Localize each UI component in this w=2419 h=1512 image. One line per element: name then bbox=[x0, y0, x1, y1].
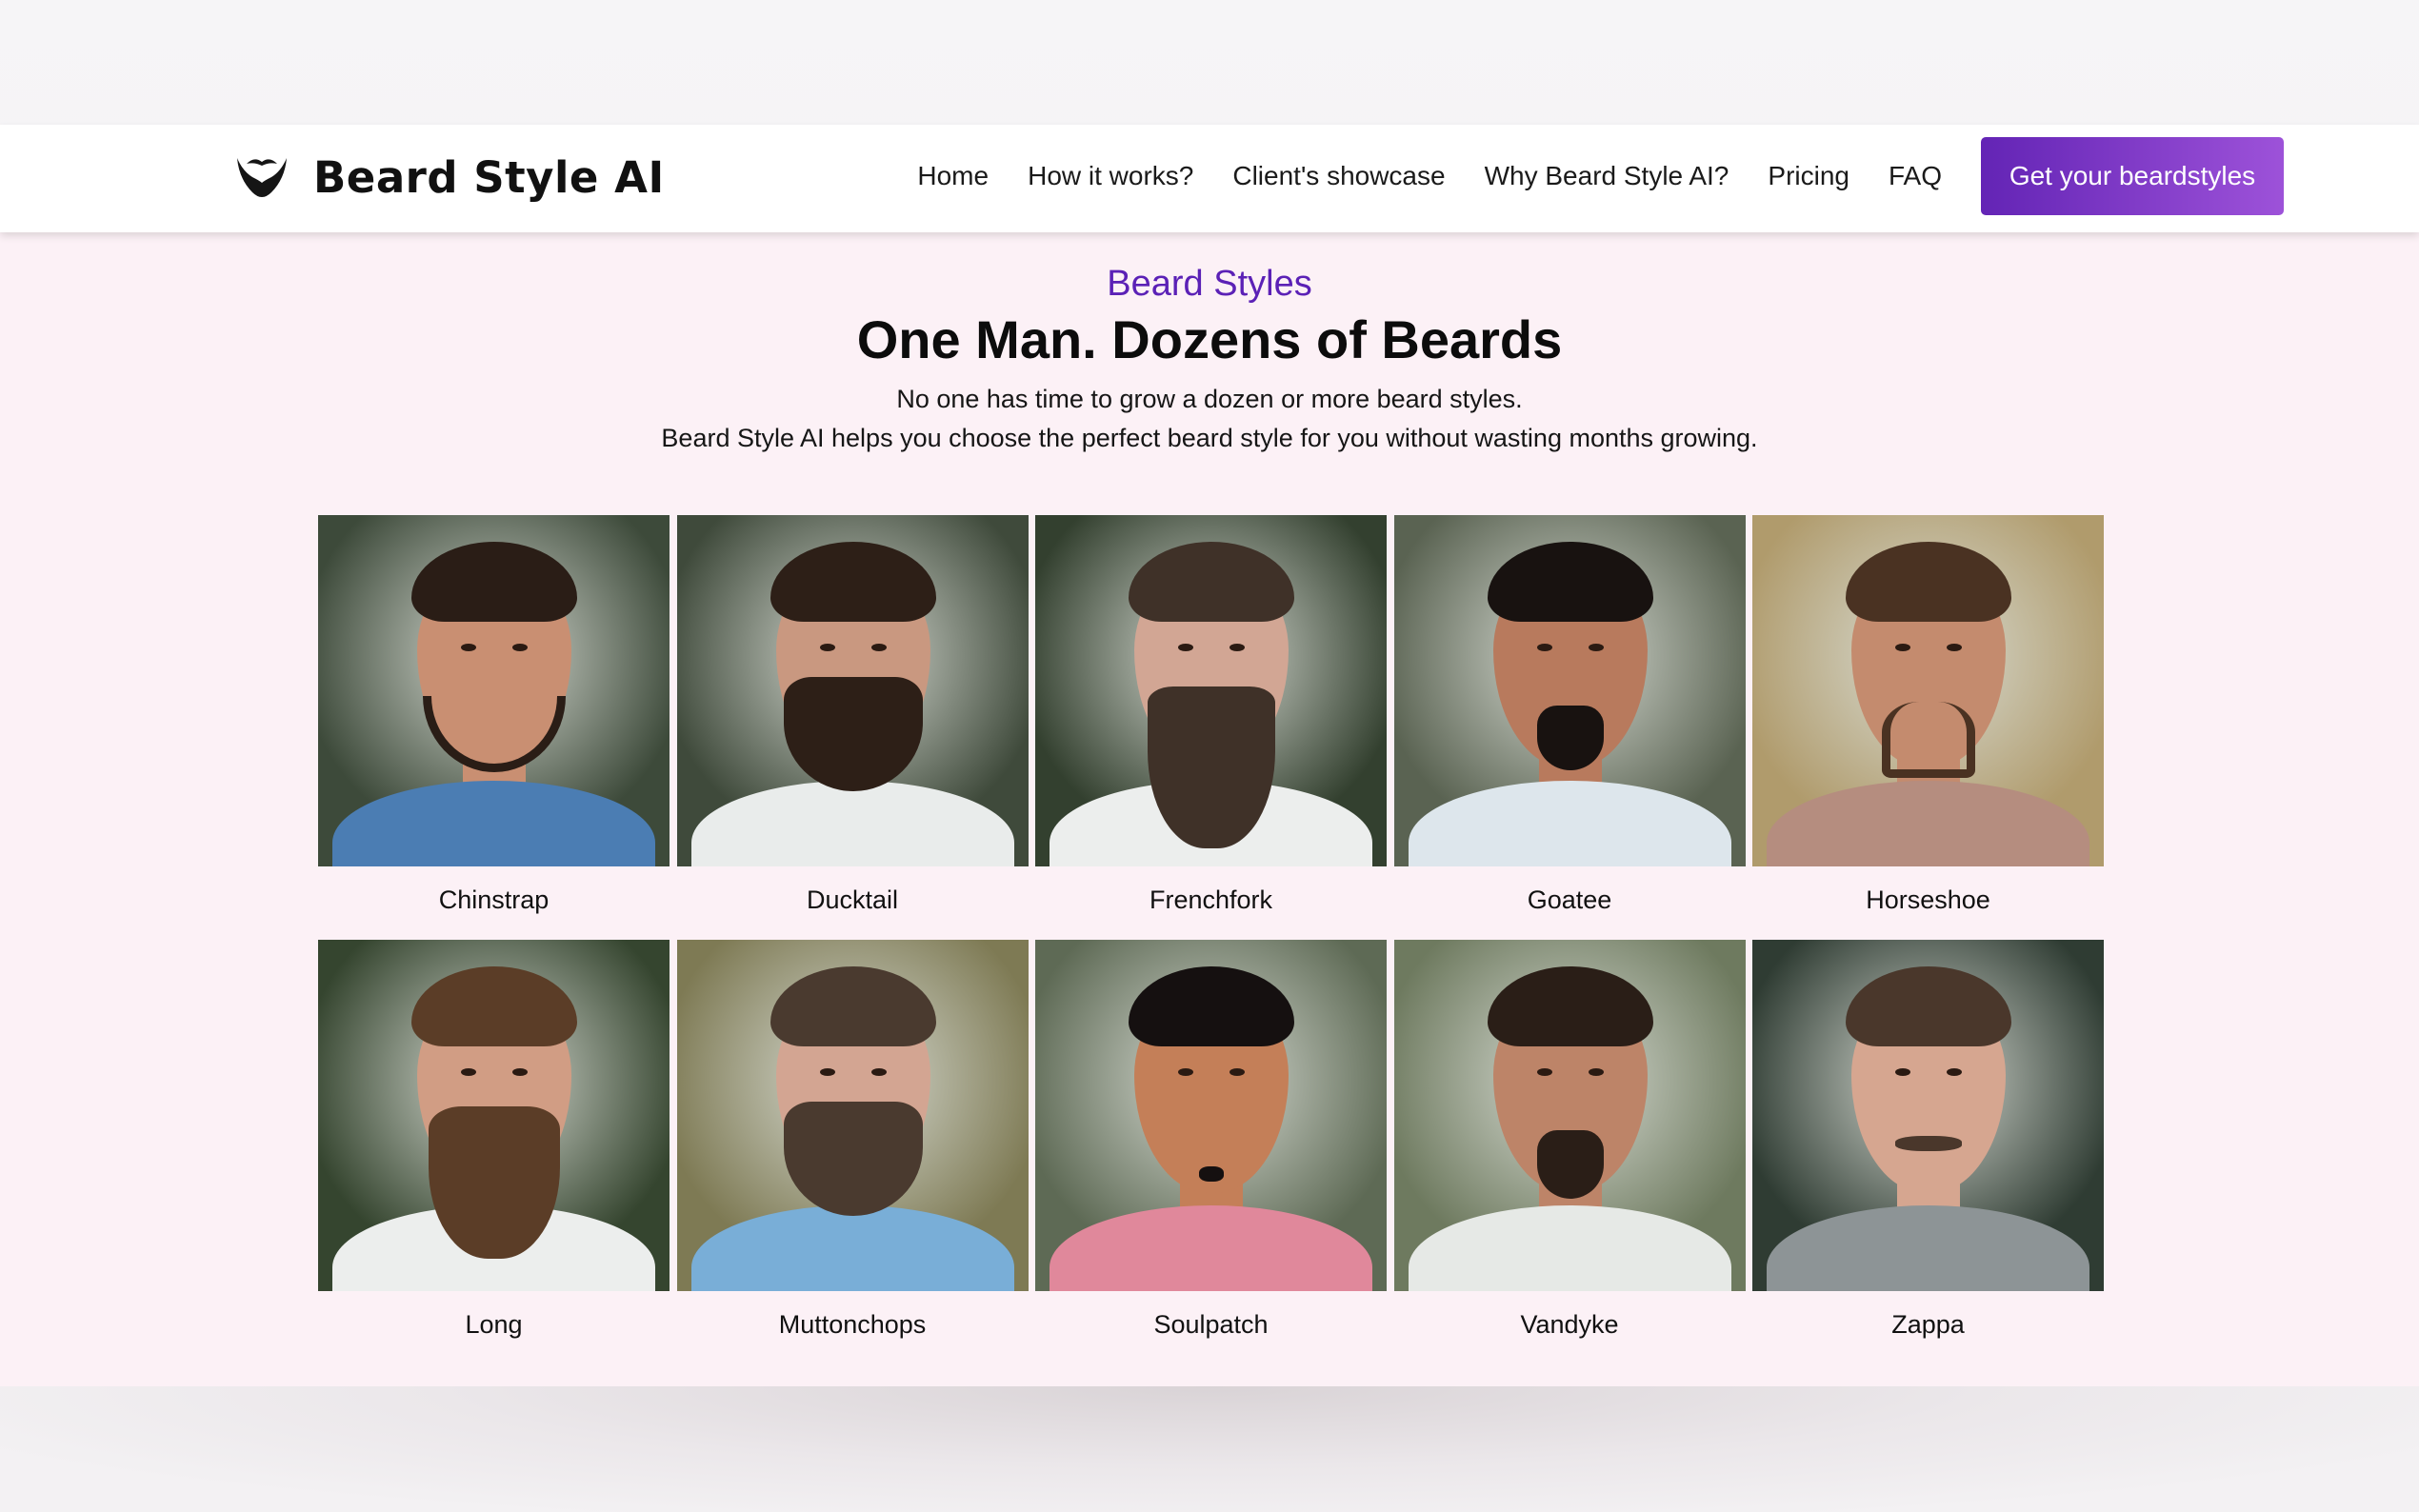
nav-how-it-works[interactable]: How it works? bbox=[1028, 161, 1193, 191]
eye bbox=[870, 1068, 887, 1076]
brand-name: Beard Style AI bbox=[313, 151, 665, 203]
style-photo bbox=[1035, 940, 1387, 1291]
style-card-frenchfork[interactable]: Frenchfork bbox=[1035, 515, 1387, 917]
section-description-line-1: No one has time to grow a dozen or more … bbox=[896, 385, 1523, 413]
style-card-chinstrap[interactable]: Chinstrap bbox=[318, 515, 670, 917]
top-navbar: Beard Style AI Home How it works? Client… bbox=[0, 125, 2419, 232]
eye bbox=[870, 644, 887, 651]
style-label: Chinstrap bbox=[438, 885, 550, 914]
style-photo bbox=[1035, 515, 1387, 866]
style-label: Muttonchops bbox=[778, 1310, 927, 1339]
nav-home[interactable]: Home bbox=[917, 161, 989, 191]
main-nav: Home How it works? Client's showcase Why… bbox=[878, 137, 2284, 215]
beard-icon bbox=[237, 158, 287, 197]
eye bbox=[461, 1068, 476, 1076]
style-photo bbox=[1393, 515, 1746, 866]
eye bbox=[1229, 644, 1245, 651]
eye bbox=[461, 644, 476, 651]
style-label: Vandyke bbox=[1520, 1310, 1619, 1339]
style-card-horseshoe[interactable]: Horseshoe bbox=[1752, 515, 2104, 917]
style-label: Frenchfork bbox=[1149, 885, 1273, 914]
nav-why-beard-style-ai[interactable]: Why Beard Style AI? bbox=[1485, 161, 1729, 191]
style-photo bbox=[318, 940, 670, 1291]
style-label: Long bbox=[465, 1310, 523, 1339]
style-card-zappa[interactable]: Zappa bbox=[1752, 940, 2104, 1342]
style-photo bbox=[1752, 940, 2104, 1291]
eye bbox=[1588, 1068, 1604, 1076]
nav-clients-showcase[interactable]: Client's showcase bbox=[1232, 161, 1445, 191]
section-eyebrow: Beard Styles bbox=[1107, 264, 1312, 304]
section-description-line-2: Beard Style AI helps you choose the perf… bbox=[661, 424, 1758, 452]
style-photo bbox=[676, 940, 1029, 1291]
nav-faq[interactable]: FAQ bbox=[1889, 161, 1942, 191]
eye bbox=[1947, 1068, 1962, 1076]
style-photo bbox=[676, 515, 1029, 866]
eye bbox=[1536, 644, 1552, 651]
style-photo bbox=[1752, 515, 2104, 866]
style-label: Soulpatch bbox=[1153, 1310, 1269, 1339]
eye bbox=[1895, 644, 1910, 651]
beard bbox=[1895, 1136, 1962, 1151]
beard-styles-section-header: Beard Styles One Man. Dozens of Beards N… bbox=[0, 260, 2419, 458]
eye bbox=[1178, 644, 1193, 651]
eye bbox=[1536, 1068, 1552, 1076]
style-label: Ducktail bbox=[806, 885, 899, 914]
eye bbox=[1229, 1068, 1245, 1076]
style-card-long[interactable]: Long bbox=[318, 940, 670, 1342]
eye bbox=[1895, 1068, 1910, 1076]
style-card-soulpatch[interactable]: Soulpatch bbox=[1035, 940, 1387, 1342]
style-photo bbox=[318, 515, 670, 866]
style-card-ducktail[interactable]: Ducktail bbox=[676, 515, 1029, 917]
beard bbox=[1882, 702, 1975, 778]
eye bbox=[512, 1068, 528, 1076]
beard bbox=[1199, 1166, 1224, 1182]
eye bbox=[819, 644, 835, 651]
style-card-vandyke[interactable]: Vandyke bbox=[1393, 940, 1746, 1342]
style-label: Zappa bbox=[1891, 1310, 1965, 1339]
style-card-goatee[interactable]: Goatee bbox=[1393, 515, 1746, 917]
beard bbox=[1536, 706, 1604, 770]
brand-logo[interactable]: Beard Style AI bbox=[231, 144, 665, 210]
beard-styles-grid: Chinstrap Ducktail Frenchfork Goatee Hor… bbox=[318, 515, 2104, 1342]
style-label: Horseshoe bbox=[1866, 885, 1990, 914]
style-photo bbox=[1393, 940, 1746, 1291]
nav-pricing[interactable]: Pricing bbox=[1768, 161, 1849, 191]
eye bbox=[819, 1068, 835, 1076]
eye bbox=[1588, 644, 1604, 651]
style-label: Goatee bbox=[1527, 885, 1612, 914]
section-title: One Man. Dozens of Beards bbox=[856, 309, 1563, 369]
eye bbox=[1178, 1068, 1193, 1076]
beard bbox=[1536, 1130, 1604, 1199]
get-beardstyles-button[interactable]: Get your beardstyles bbox=[1981, 137, 2284, 215]
eye bbox=[512, 644, 528, 651]
bottom-shadow bbox=[0, 1386, 2419, 1512]
style-card-muttonchops[interactable]: Muttonchops bbox=[676, 940, 1029, 1342]
eye bbox=[1947, 644, 1962, 651]
